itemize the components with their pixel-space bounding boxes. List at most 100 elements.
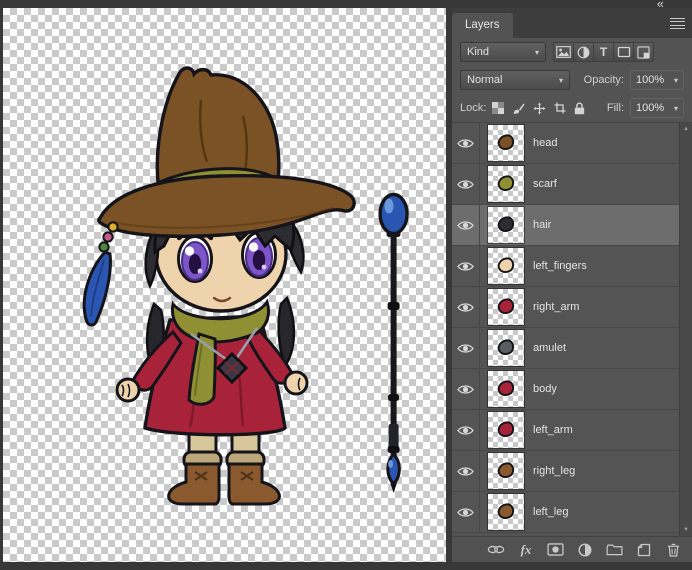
collapse-panels-icon[interactable]: « bbox=[657, 0, 664, 10]
adjustment-layer-filter-button[interactable] bbox=[573, 42, 594, 62]
layers-list: head scarf hair left_fingers right_arm a… bbox=[452, 123, 679, 536]
delete-layer-button[interactable] bbox=[665, 543, 681, 557]
eye-icon bbox=[457, 343, 474, 353]
eye-icon bbox=[457, 466, 474, 476]
scroll-up-icon[interactable]: ▲ bbox=[680, 126, 692, 132]
visibility-toggle[interactable] bbox=[452, 287, 480, 327]
add-layer-mask-button[interactable] bbox=[547, 543, 564, 556]
layer-name: amulet bbox=[533, 342, 567, 354]
layer-thumbnail[interactable] bbox=[487, 288, 525, 326]
link-icon bbox=[487, 545, 505, 554]
image-icon bbox=[556, 46, 571, 58]
layer-row[interactable]: left_fingers bbox=[452, 246, 679, 287]
panel-tab-bar: Layers bbox=[452, 8, 692, 38]
layer-thumbnail[interactable] bbox=[487, 370, 525, 408]
visibility-toggle[interactable] bbox=[452, 410, 480, 450]
new-group-button[interactable] bbox=[606, 544, 623, 556]
layer-row[interactable]: left_leg bbox=[452, 492, 679, 533]
pixel-layer-filter-button[interactable] bbox=[553, 42, 574, 62]
eye-icon bbox=[457, 384, 474, 394]
move-icon bbox=[533, 102, 546, 114]
blend-mode-dropdown[interactable]: Normal ▾ bbox=[460, 70, 570, 90]
type-icon: T bbox=[599, 45, 608, 59]
chevron-down-icon: ▾ bbox=[534, 47, 539, 57]
layers-list-wrap: head scarf hair left_fingers right_arm a… bbox=[452, 122, 692, 536]
blend-mode-value: Normal bbox=[467, 74, 503, 86]
thumb-blob bbox=[497, 216, 515, 232]
shape-layer-filter-button[interactable] bbox=[613, 42, 634, 62]
type-layer-filter-button[interactable]: T bbox=[593, 42, 614, 62]
layer-thumbnail[interactable] bbox=[487, 206, 525, 244]
document-canvas[interactable] bbox=[3, 8, 446, 562]
visibility-toggle[interactable] bbox=[452, 164, 480, 204]
layer-name: scarf bbox=[533, 178, 557, 190]
new-adjustment-layer-button[interactable] bbox=[577, 542, 593, 557]
layer-thumbnail[interactable] bbox=[487, 124, 525, 162]
trash-icon bbox=[667, 543, 679, 557]
eye-icon bbox=[457, 261, 474, 271]
layer-row[interactable]: left_arm bbox=[452, 410, 679, 451]
thumb-blob bbox=[497, 298, 515, 314]
layer-filter-icons: T bbox=[553, 42, 654, 62]
link-layers-button[interactable] bbox=[487, 545, 505, 554]
layer-row[interactable]: head bbox=[452, 123, 679, 164]
layer-thumbnail[interactable] bbox=[487, 411, 525, 449]
opacity-label: Opacity: bbox=[583, 74, 624, 86]
lock-position-button[interactable] bbox=[533, 102, 546, 115]
new-layer-button[interactable] bbox=[636, 543, 652, 557]
layer-thumbnail[interactable] bbox=[487, 247, 525, 285]
layer-name: hair bbox=[533, 219, 552, 231]
visibility-toggle[interactable] bbox=[452, 246, 480, 286]
scroll-down-icon[interactable]: ▼ bbox=[680, 527, 692, 533]
thumb-blob bbox=[497, 421, 515, 437]
lock-transparency-button[interactable] bbox=[492, 102, 505, 114]
visibility-toggle[interactable] bbox=[452, 123, 480, 163]
lock-artboard-button[interactable] bbox=[554, 102, 566, 114]
layer-row[interactable]: hair bbox=[452, 205, 679, 246]
lock-all-button[interactable] bbox=[574, 102, 585, 115]
visibility-toggle[interactable] bbox=[452, 369, 480, 409]
layer-thumbnail[interactable] bbox=[487, 493, 525, 531]
visibility-toggle[interactable] bbox=[452, 451, 480, 491]
tab-layers[interactable]: Layers bbox=[452, 13, 513, 38]
layer-row[interactable]: scarf bbox=[452, 164, 679, 205]
layer-name: right_arm bbox=[533, 301, 580, 313]
lock-label: Lock: bbox=[460, 102, 487, 114]
eye-icon bbox=[457, 138, 474, 148]
half-circle-icon bbox=[577, 46, 590, 58]
layer-style-button[interactable]: fx bbox=[518, 542, 534, 558]
kind-filter-value: Kind bbox=[467, 46, 490, 58]
fill-input[interactable]: 100% ▾ bbox=[630, 98, 684, 118]
layer-row[interactable]: amulet bbox=[452, 328, 679, 369]
thumb-blob bbox=[497, 134, 515, 150]
blend-row: Normal ▾ Opacity: 100% ▾ bbox=[452, 66, 692, 94]
layer-thumbnail[interactable] bbox=[487, 452, 525, 490]
fx-icon: fx bbox=[520, 541, 532, 557]
layer-name: head bbox=[533, 137, 558, 149]
layers-scrollbar[interactable]: ▲ ▼ bbox=[679, 123, 692, 536]
layer-thumbnail[interactable] bbox=[487, 165, 525, 203]
layer-row[interactable]: right_arm bbox=[452, 287, 679, 328]
character-artwork bbox=[82, 66, 409, 506]
layer-row[interactable]: right_leg bbox=[452, 451, 679, 492]
opacity-input[interactable]: 100% ▾ bbox=[630, 70, 684, 90]
artboard-frame-icon bbox=[554, 102, 566, 114]
fill-value: 100% bbox=[636, 102, 665, 114]
panel-menu-icon[interactable] bbox=[670, 18, 685, 29]
lock-icon bbox=[575, 102, 585, 114]
eye-icon bbox=[457, 220, 474, 230]
layer-row[interactable]: body bbox=[452, 369, 679, 410]
layer-thumbnail[interactable] bbox=[487, 329, 525, 367]
thumb-blob bbox=[497, 257, 515, 273]
smart-object-filter-button[interactable] bbox=[633, 42, 654, 62]
visibility-toggle[interactable] bbox=[452, 492, 480, 532]
visibility-toggle[interactable] bbox=[452, 205, 480, 245]
layer-name: body bbox=[533, 383, 557, 395]
chevron-down-icon: ▾ bbox=[673, 103, 678, 113]
visibility-toggle[interactable] bbox=[452, 328, 480, 368]
layers-panel: Layers Kind ▾ T Normal ▾ Opacity: 100% ▾… bbox=[452, 8, 692, 562]
adjustment-circle-icon bbox=[578, 542, 592, 557]
chevron-down-icon: ▾ bbox=[673, 75, 678, 85]
kind-filter-dropdown[interactable]: Kind ▾ bbox=[460, 42, 546, 62]
lock-pixels-button[interactable] bbox=[512, 102, 525, 115]
